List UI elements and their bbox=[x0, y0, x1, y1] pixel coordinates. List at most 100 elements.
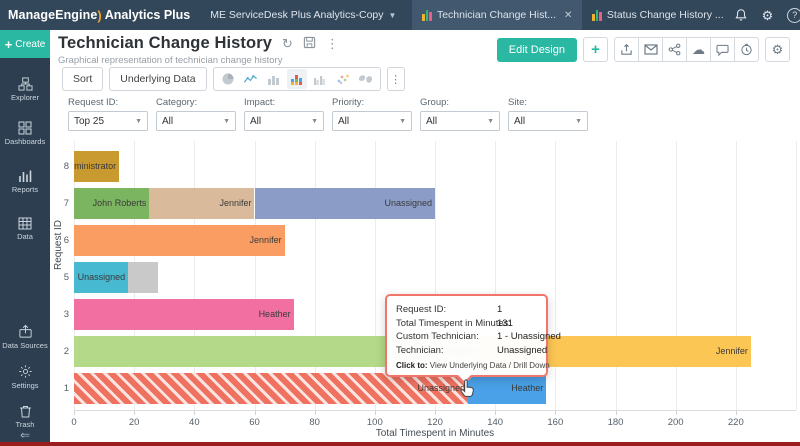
x-tick-label: 100 bbox=[366, 417, 383, 428]
axis-tick bbox=[134, 411, 136, 415]
notifications-bell-icon[interactable] bbox=[734, 8, 748, 22]
refresh-icon[interactable]: ↻ bbox=[282, 37, 293, 50]
group-filter-select[interactable]: All ▼ bbox=[420, 111, 500, 131]
axis-tick bbox=[735, 411, 737, 415]
edit-design-button[interactable]: Edit Design bbox=[496, 37, 577, 62]
more-options-icon[interactable]: ⋮ bbox=[326, 37, 339, 50]
axis-tick bbox=[254, 411, 256, 415]
tooltip-row: Custom Technician: 1 - Unassigned bbox=[396, 331, 561, 342]
sidebar-item-trash[interactable]: Trash bbox=[0, 404, 50, 429]
filter-label: Priority: bbox=[332, 97, 365, 108]
category-filter-select[interactable]: All ▼ bbox=[156, 111, 236, 131]
bar-segment[interactable]: Jennifer bbox=[74, 225, 285, 256]
x-tick-label: 120 bbox=[427, 417, 443, 428]
pie-chart-icon[interactable] bbox=[218, 69, 238, 89]
bar-chart-icon bbox=[422, 9, 432, 21]
settings-gear-icon[interactable]: ⚙ bbox=[762, 9, 774, 22]
request-id-filter-select[interactable]: Top 25 ▼ bbox=[68, 111, 148, 131]
report-header: Technician Change History ↻ ⋮ Graphical … bbox=[58, 34, 339, 66]
chevron-down-icon: ▼ bbox=[399, 117, 406, 125]
scatter-chart-icon[interactable] bbox=[333, 69, 353, 89]
create-label: Create bbox=[15, 38, 46, 50]
bar-segment-label: administrator bbox=[74, 161, 117, 171]
report-subtitle: Graphical representation of technician c… bbox=[58, 55, 283, 66]
data-table-icon bbox=[18, 217, 32, 230]
sidebar-item-label: Settings bbox=[11, 381, 39, 390]
filter-request-id: Request ID: Top 25 ▼ bbox=[68, 97, 148, 131]
cloud-icon[interactable]: ☁ bbox=[686, 37, 711, 62]
sort-button[interactable]: Sort bbox=[62, 67, 104, 91]
filter-value: All bbox=[338, 115, 350, 127]
impact-filter-select[interactable]: All ▼ bbox=[244, 111, 324, 131]
tooltip-click-hint[interactable]: Click to: View Underlying Data / Drill D… bbox=[396, 361, 550, 370]
reports-icon bbox=[19, 170, 32, 182]
add-button[interactable]: + bbox=[583, 37, 608, 62]
bar-chart-icon[interactable] bbox=[264, 69, 284, 89]
sidebar-item-reports[interactable]: Reports bbox=[0, 169, 50, 194]
x-tick-label: 60 bbox=[249, 417, 260, 428]
report-settings-gear-icon[interactable]: ⚙ bbox=[765, 37, 790, 62]
tab-status-change-history[interactable]: Status Change History ... bbox=[582, 0, 733, 30]
bar-segment-label: Jennifer bbox=[219, 198, 252, 208]
trash-icon bbox=[19, 406, 31, 418]
chart-toolbar: Sort Underlying Data ⋮ bbox=[62, 67, 405, 91]
collapse-sidebar-icon[interactable]: ⇐ bbox=[0, 428, 50, 442]
topbar-actions: ⚙ ? bbox=[734, 0, 800, 30]
tab-technician-change-history[interactable]: Technician Change Hist... ✕ bbox=[412, 0, 583, 30]
workspace-dropdown[interactable]: ME ServiceDesk Plus Analytics-Copy ▼ bbox=[200, 0, 406, 30]
bar-segment-label: Heather bbox=[511, 383, 544, 393]
filter-label: Category: bbox=[156, 97, 198, 108]
bar-segment[interactable]: Heather bbox=[74, 299, 294, 330]
priority-filter-select[interactable]: All ▼ bbox=[332, 111, 412, 131]
bar-segment[interactable]: Unassigned bbox=[74, 262, 129, 293]
share-icon[interactable] bbox=[662, 37, 687, 62]
filter-value: All bbox=[514, 115, 526, 127]
manageengine-logo: ManageEngine) Analytics Plus bbox=[0, 0, 200, 30]
sidebar-item-data[interactable]: Data bbox=[0, 217, 50, 241]
tab-label: Technician Change Hist... bbox=[436, 9, 557, 21]
bar-segment[interactable]: Unassigned bbox=[74, 373, 469, 404]
bar-segment[interactable]: administrator bbox=[74, 151, 120, 182]
more-chart-types-icon[interactable]: ⋮ bbox=[386, 67, 405, 91]
filter-label: Site: bbox=[508, 97, 528, 108]
header-actions: Edit Design + ☁ ⚙ bbox=[496, 37, 790, 62]
gridline bbox=[735, 141, 737, 410]
filter-bar: Request ID: Top 25 ▼ Category: All ▼ Impac… bbox=[68, 97, 588, 131]
axis-tick bbox=[314, 411, 316, 415]
bar-segment[interactable]: Unassigned bbox=[254, 188, 435, 219]
report-action-group: ☁ bbox=[614, 37, 759, 62]
bar-segment[interactable]: Heather bbox=[468, 373, 547, 404]
site-filter-select[interactable]: All ▼ bbox=[508, 111, 588, 131]
save-icon[interactable] bbox=[303, 36, 316, 51]
bar-segment[interactable] bbox=[128, 262, 159, 293]
x-tick-label: 180 bbox=[607, 417, 624, 428]
bar-segment[interactable]: Jennifer bbox=[149, 188, 255, 219]
create-button[interactable]: + Create bbox=[0, 30, 50, 58]
grouped-bar-chart-icon[interactable] bbox=[310, 69, 330, 89]
sidebar-item-dashboards[interactable]: Dashboards bbox=[0, 121, 50, 146]
plus-icon: + bbox=[4, 36, 13, 52]
help-icon[interactable]: ? bbox=[787, 7, 800, 23]
comment-icon[interactable] bbox=[710, 37, 735, 62]
x-tick-label: 220 bbox=[727, 417, 744, 428]
x-axis-title: Total Timespent in Minutes bbox=[375, 428, 495, 439]
export-icon[interactable] bbox=[614, 37, 639, 62]
map-chart-icon[interactable] bbox=[356, 69, 376, 89]
underlying-data-button[interactable]: Underlying Data bbox=[109, 67, 207, 91]
y-axis-title: Request ID bbox=[53, 219, 64, 270]
tab-label: Status Change History ... bbox=[606, 9, 724, 21]
left-sidebar: + Create Explorer Dashboards Reports Dat… bbox=[0, 30, 50, 446]
line-chart-icon[interactable] bbox=[241, 69, 261, 89]
filter-label: Request ID: bbox=[68, 97, 119, 108]
sidebar-item-explorer[interactable]: Explorer bbox=[0, 77, 50, 102]
alert-clock-icon[interactable] bbox=[734, 37, 759, 62]
email-icon[interactable] bbox=[638, 37, 663, 62]
bar-segment[interactable]: John Roberts bbox=[74, 188, 150, 219]
sidebar-item-data-sources[interactable]: Data Sources bbox=[0, 324, 50, 350]
stacked-bar-chart-icon[interactable] bbox=[286, 69, 307, 89]
y-category-label: 5 bbox=[63, 271, 69, 283]
top-bar: ManageEngine) Analytics Plus ME ServiceDe… bbox=[0, 0, 800, 30]
gridline bbox=[374, 141, 376, 410]
close-icon[interactable]: ✕ bbox=[564, 10, 572, 21]
sidebar-item-settings[interactable]: Settings bbox=[0, 364, 50, 390]
